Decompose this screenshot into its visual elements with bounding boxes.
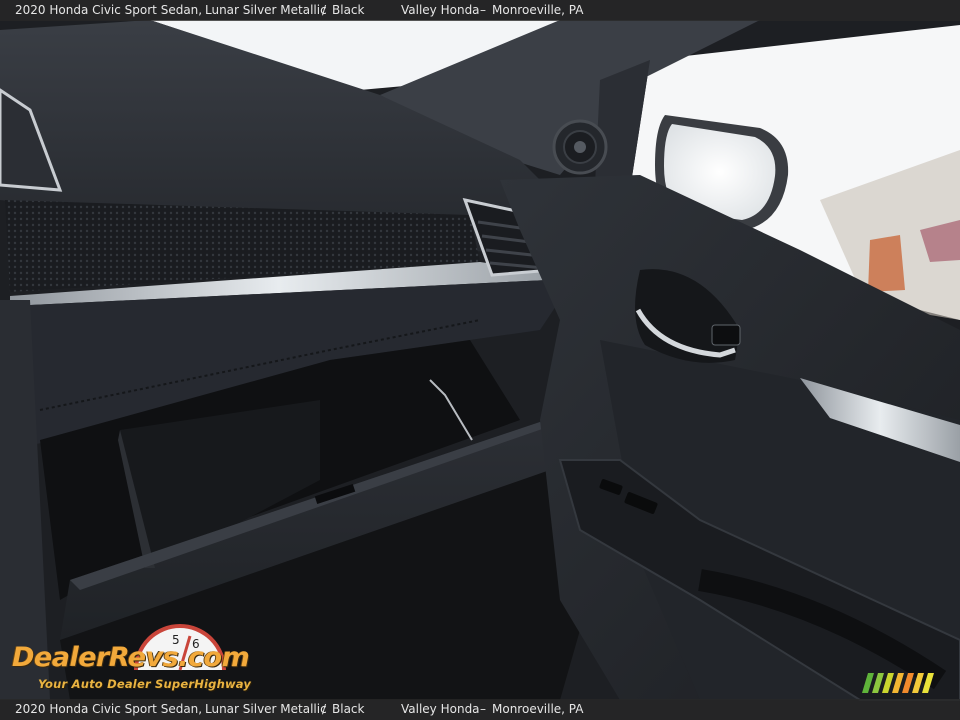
stripes-logo-icon [862,673,934,693]
caption-bar-top: 2020 Honda Civic Sport Sedan, Lunar Silv… [0,0,960,21]
caption-color: Lunar Silver Metallic [205,3,327,17]
logo-brand-text: DealerRevs.com [12,642,250,673]
caption-dash: – [480,3,486,17]
caption-separator: / [322,3,327,17]
caption-vehicle: 2020 Honda Civic Sport Sedan, [15,3,203,17]
dealerrevs-logo: 4 5 6 DealerRevs.com Your Auto Dealer Su… [12,622,272,694]
caption-dealer: Valley Honda [401,702,480,716]
caption-location: Monroeville, PA [492,702,584,716]
photo-frame: 2020 Honda Civic Sport Sedan, Lunar Silv… [0,0,960,720]
caption-separator: / [322,702,327,716]
caption-vehicle: 2020 Honda Civic Sport Sedan, [15,702,203,716]
caption-interior: Black [332,3,365,17]
caption-color: Lunar Silver Metallic [205,702,327,716]
caption-bar-bottom: 2020 Honda Civic Sport Sedan, Lunar Silv… [0,699,960,720]
logo-tagline: Your Auto Dealer SuperHighway [38,677,252,691]
caption-dash: – [480,702,486,716]
caption-dealer: Valley Honda [401,3,480,17]
car-interior-photo [0,0,960,720]
caption-location: Monroeville, PA [492,3,584,17]
caption-interior: Black [332,702,365,716]
